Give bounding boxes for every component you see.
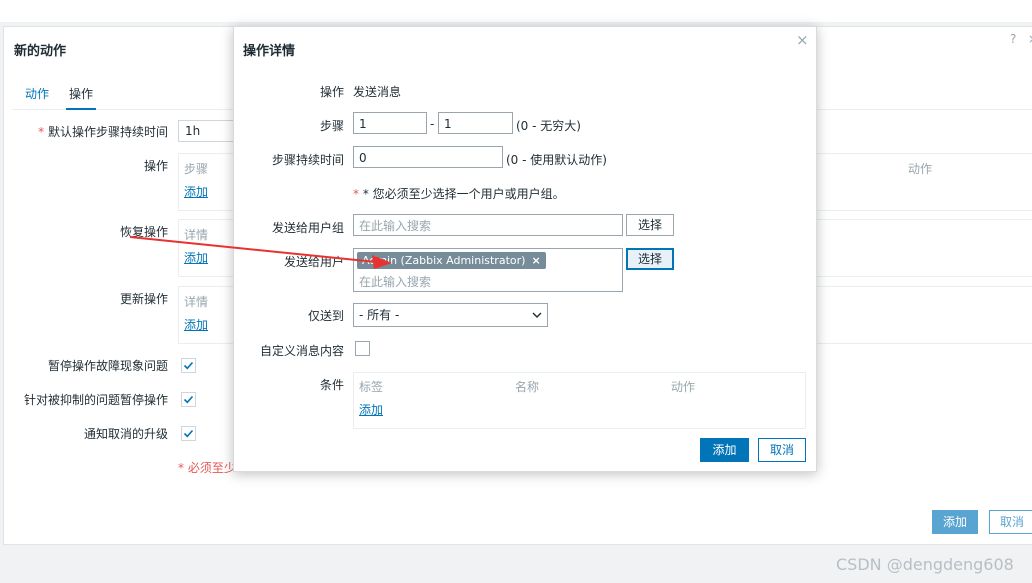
user-tag: Admin (Zabbix Administrator) ×	[357, 252, 546, 269]
suppressed-label: 针对被抑制的问题暂停操作	[23, 393, 168, 407]
modal-required-note: * * 您必须至少选择一个用户或用户组。	[353, 187, 565, 201]
col-details: 详情	[184, 228, 209, 242]
col-name: 名称	[515, 380, 540, 394]
step-duration-hint: (0 - 使用默认动作)	[506, 153, 607, 167]
steps-label: 步骤	[319, 119, 344, 133]
col-label: 标签	[359, 380, 384, 394]
step-duration-input[interactable]: 0	[353, 146, 503, 168]
conditions-add-link[interactable]: 添加	[359, 401, 383, 418]
update-label: 更新操作	[119, 292, 168, 306]
select-user-group-button[interactable]: 选择	[626, 214, 674, 236]
top-bar	[0, 0, 1032, 22]
step-separator: -	[430, 117, 435, 131]
notify-cancel-checkbox[interactable]	[181, 426, 196, 441]
checkmark-icon	[183, 429, 194, 438]
send-only-select[interactable]: - 所有 -	[353, 303, 548, 327]
suppressed-checkbox[interactable]	[181, 392, 196, 407]
col-action: 动作	[671, 380, 696, 394]
operation-value: 发送消息	[353, 85, 402, 99]
col-action: 动作	[908, 162, 933, 176]
required-note: * 必须至少	[178, 461, 236, 475]
operation-details-modal: 操作详情 × 操作 发送消息 步骤 1 - 1 (0 - 无穷大) 步骤持续时间…	[233, 26, 817, 472]
pause-checkbox[interactable]	[181, 358, 196, 373]
custom-message-label: 自定义消息内容	[259, 344, 344, 358]
conditions-table: 标签 名称 动作 添加	[353, 372, 806, 429]
step-to-input[interactable]: 1	[438, 112, 513, 134]
user-group-search-input[interactable]: 在此输入搜索	[353, 214, 623, 236]
modal-cancel-button[interactable]: 取消	[758, 438, 806, 462]
chevron-down-icon	[532, 312, 542, 318]
col-steps: 步骤	[184, 162, 209, 176]
watermark: CSDN @dengdeng608	[836, 555, 1014, 574]
step-from-input[interactable]: 1	[353, 112, 427, 134]
recovery-label: 恢复操作	[119, 225, 168, 239]
send-only-label: 仅送到	[307, 309, 344, 323]
cancel-button[interactable]: 取消	[989, 510, 1032, 534]
send-user-label: 发送给用户	[283, 255, 344, 269]
select-user-button[interactable]: 选择	[626, 248, 674, 270]
user-search-input[interactable]: 在此输入搜索	[359, 273, 431, 290]
steps-hint: (0 - 无穷大)	[516, 119, 581, 133]
close-icon[interactable]: ×	[1028, 32, 1032, 46]
operations-label: 操作	[143, 159, 168, 173]
user-multiselect[interactable]: Admin (Zabbix Administrator) × 在此输入搜索	[353, 248, 623, 292]
checkmark-icon	[183, 395, 194, 404]
send-group-label: 发送给用户组	[271, 221, 344, 235]
operation-label: 操作	[319, 85, 344, 99]
tab-action[interactable]: 动作	[22, 85, 52, 108]
add-button[interactable]: 添加	[932, 510, 978, 534]
step-duration-label: 步骤持续时间	[271, 153, 344, 167]
operations-add-link[interactable]: 添加	[184, 183, 208, 200]
custom-message-checkbox[interactable]	[355, 341, 370, 356]
pause-label: 暂停操作故障现象问题	[47, 359, 168, 373]
update-add-link[interactable]: 添加	[184, 316, 208, 333]
conditions-label: 条件	[319, 378, 344, 392]
close-icon[interactable]: ×	[796, 31, 809, 49]
tab-operations[interactable]: 操作	[66, 85, 97, 110]
help-icon[interactable]: ?	[1010, 32, 1016, 46]
notify-cancel-label: 通知取消的升级	[83, 427, 168, 441]
modal-title: 操作详情	[243, 44, 296, 59]
remove-tag-icon[interactable]: ×	[531, 254, 540, 267]
recovery-add-link[interactable]: 添加	[184, 249, 208, 266]
dialog-title: 新的动作	[14, 44, 67, 59]
checkmark-icon	[183, 361, 194, 370]
modal-add-button[interactable]: 添加	[700, 438, 749, 462]
col-details: 详情	[184, 295, 209, 309]
default-duration-label: * 默认操作步骤持续时间	[38, 125, 168, 139]
